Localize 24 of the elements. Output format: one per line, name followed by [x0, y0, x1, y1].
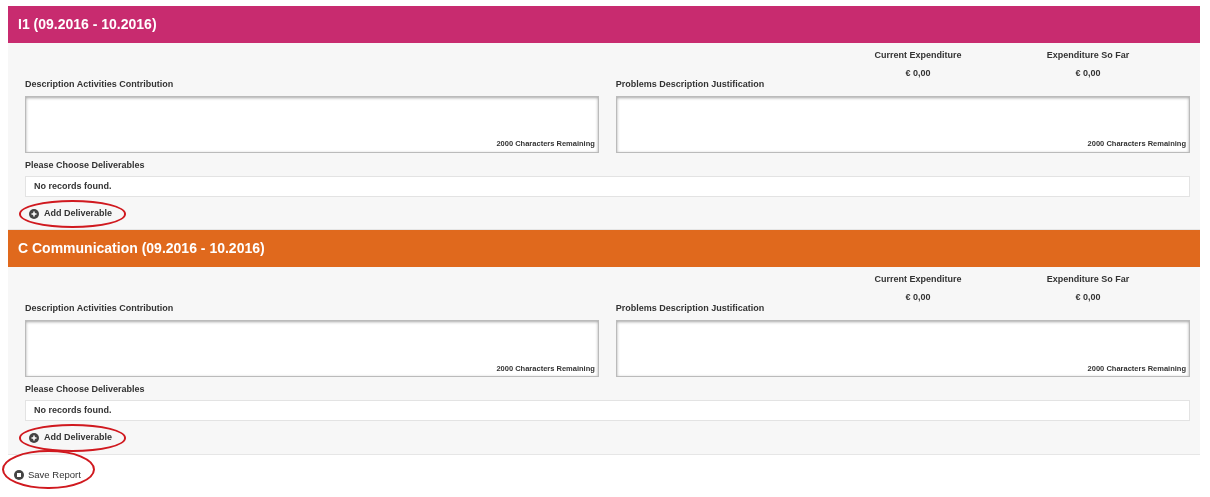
field-label: Please Choose Deliverables [25, 382, 146, 396]
field-label: Problems Description Justification [615, 78, 766, 91]
section-header: I1 (09.2016 - 10.2016) [8, 6, 1200, 43]
field-label: Description Activities Contribution [25, 302, 175, 316]
save-report-button[interactable]: Save Report [10, 465, 85, 484]
expenditure-value: € 0,00 [1074, 290, 1102, 304]
expenditure-label: Current Expenditure [873, 49, 963, 62]
plus-icon [29, 433, 39, 443]
expenditure-label: Expenditure So Far [1045, 273, 1131, 287]
field-label: Description Activities Contribution [25, 78, 175, 91]
section-header: C Communication (09.2016 - 10.2016) [8, 230, 1200, 268]
field-label: Please Choose Deliverables [25, 158, 146, 172]
empty-message: No records found. [34, 404, 112, 417]
expenditure-value: € 0,00 [1074, 66, 1102, 80]
empty-message: No records found. [34, 179, 112, 193]
add-deliverable-button[interactable]: Add Deliverable [25, 205, 117, 223]
expenditure-value: € 0,00 [904, 66, 932, 80]
expenditure-value: € 0,00 [904, 290, 932, 304]
expenditure-label: Expenditure So Far [1045, 49, 1131, 62]
disk-icon [14, 469, 24, 480]
field-label: Problems Description Justification [615, 302, 766, 316]
expenditure-label: Current Expenditure [873, 273, 963, 287]
plus-icon [29, 208, 39, 219]
add-deliverable-button[interactable]: Add Deliverable [25, 429, 117, 447]
